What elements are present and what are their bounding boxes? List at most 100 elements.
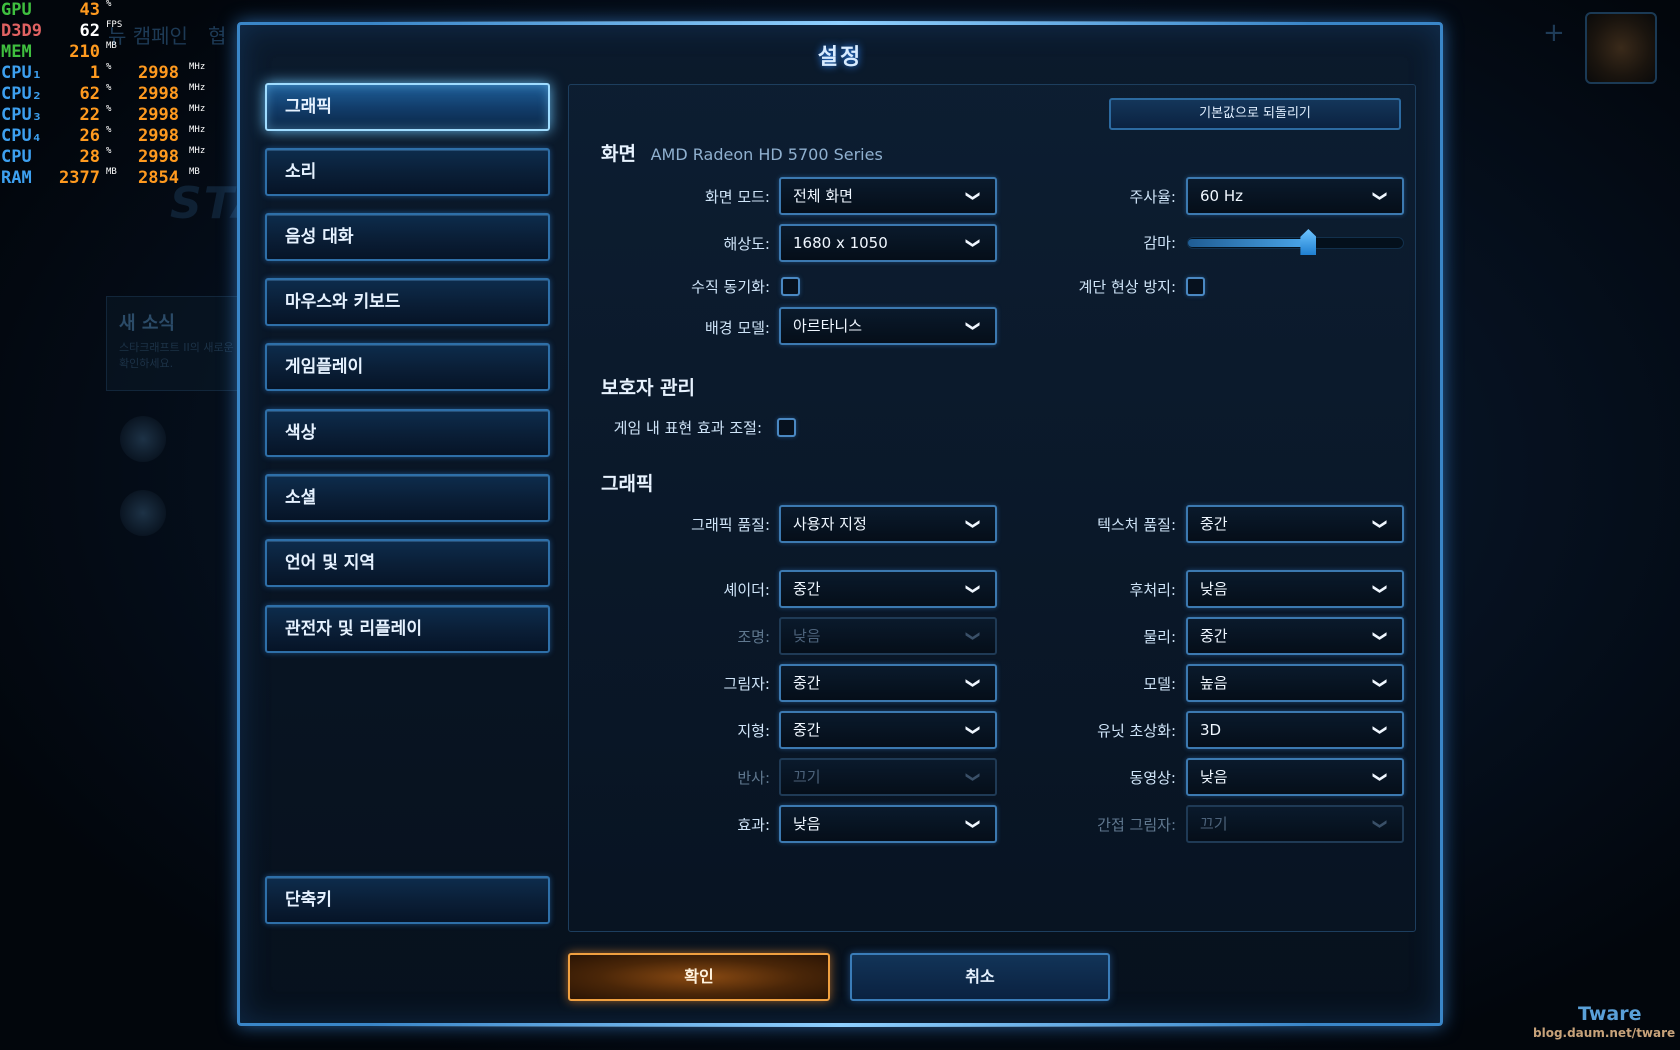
screen: 뉴 캠페인 협 STAR 새 소식 스타크래프트 II의 새로운 소식을 확인하… (0, 0, 1680, 1050)
section-graphics: 그래픽 (601, 473, 654, 495)
graphics-right-label: 물리: (1143, 628, 1176, 646)
display-mode-label: 화면 모드: (704, 188, 770, 206)
sidebar-item-9[interactable]: 관전자 및 리플레이 (265, 605, 550, 653)
graphics-right-dropdown[interactable]: 낮음 ❯ (1186, 758, 1404, 796)
graphics-left-label: 그래픽 품질: (691, 516, 770, 534)
chevron-down-icon: ❯ (1372, 818, 1389, 830)
section-display-title: 화면 (601, 143, 636, 165)
graphics-right-label: 간접 그림자: (1097, 816, 1176, 834)
osd-unit: % (106, 125, 112, 135)
osd-value: 43 (79, 0, 100, 20)
bg-unit-icon (120, 490, 166, 536)
osd-label: CPU₄ (1, 126, 42, 146)
graphics-left-label: 효과: (737, 816, 770, 834)
gamma-label: 감마: (1143, 234, 1176, 252)
osd-unit: FPS (106, 20, 123, 30)
osd-label: CPU₃ (1, 105, 42, 125)
osd-label: RAM (1, 168, 32, 188)
graphics-left-dropdown[interactable]: 중간 ❯ (779, 711, 997, 749)
dropdown-value: 중간 (793, 721, 821, 739)
chevron-down-icon: ❯ (1372, 630, 1389, 642)
chevron-down-icon: ❯ (1372, 190, 1389, 202)
display-mode-value: 전체 화면 (793, 187, 853, 205)
osd-value: 62 (79, 84, 100, 104)
dropdown-value: 중간 (793, 580, 821, 598)
osd-freq: 2998 (138, 84, 179, 104)
bg-model-value: 아르타니스 (793, 317, 863, 335)
sidebar-item-6[interactable]: 색상 (265, 409, 550, 457)
reset-defaults-button[interactable]: 기본값으로 되돌리기 (1109, 98, 1401, 130)
osd-freq: 2854 (138, 168, 179, 188)
graphics-left-label: 반사: (737, 769, 770, 787)
graphics-right-dropdown[interactable]: 3D ❯ (1186, 711, 1404, 749)
chevron-down-icon: ❯ (1372, 518, 1389, 530)
graphics-right-dropdown[interactable]: 중간 ❯ (1186, 505, 1404, 543)
ok-button[interactable]: 확인 (568, 953, 830, 1001)
bg-model-dropdown[interactable]: 아르타니스 ❯ (779, 307, 997, 345)
osd-unit: % (106, 0, 112, 9)
osd-value: 62 (79, 21, 100, 41)
dropdown-value: 낮음 (793, 815, 821, 833)
gamma-slider[interactable] (1187, 229, 1404, 255)
player-portrait (1585, 12, 1657, 84)
graphics-right-dropdown: 끄기 ❯ (1186, 805, 1404, 843)
gamma-slider-fill (1188, 239, 1309, 247)
watermark-name: Tware (1578, 1003, 1642, 1025)
osd-value: 26 (79, 126, 100, 146)
osd-value: 2377 (59, 168, 100, 188)
parental-effects-checkbox[interactable] (777, 418, 796, 437)
osd-freq: 2998 (138, 63, 179, 83)
osd-unit: MB (106, 41, 117, 51)
sidebar-item-4[interactable]: 마우스와 키보드 (265, 278, 550, 326)
sidebar-item-5[interactable]: 게임플레이 (265, 343, 550, 391)
bg-menu-coop: 협 (208, 24, 227, 48)
osd-value: 1 (89, 63, 100, 83)
vsync-checkbox[interactable] (781, 277, 800, 296)
graphics-right-label: 후처리: (1129, 581, 1176, 599)
graphics-right-dropdown[interactable]: 낮음 ❯ (1186, 570, 1404, 608)
bg-model-label: 배경 모델: (704, 319, 770, 337)
antialias-label: 계단 현상 방지: (1078, 278, 1176, 296)
sidebar-item-2[interactable]: 소리 (265, 148, 550, 196)
osd-freq: 2998 (138, 126, 179, 146)
chevron-down-icon: ❯ (965, 320, 982, 332)
bg-unit-icon (120, 416, 166, 462)
osd-label: D3D9 (1, 21, 42, 41)
osd-unit: % (106, 62, 112, 72)
graphics-left-dropdown[interactable]: 낮음 ❯ (779, 805, 997, 843)
graphics-left-dropdown[interactable]: 사용자 지정 ❯ (779, 505, 997, 543)
gpu-name: AMD Radeon HD 5700 Series (650, 145, 883, 164)
graphics-left-dropdown[interactable]: 중간 ❯ (779, 664, 997, 702)
osd-freq-unit: MHz (189, 83, 206, 93)
sidebar-item-hotkeys[interactable]: 단축키 (265, 876, 550, 924)
display-mode-dropdown[interactable]: 전체 화면 ❯ (779, 177, 997, 215)
resolution-value: 1680 x 1050 (793, 234, 888, 252)
sidebar-item-3[interactable]: 음성 대화 (265, 213, 550, 261)
sidebar-item-7[interactable]: 소셜 (265, 474, 550, 522)
dialog-title: 설정 (817, 45, 863, 70)
antialias-checkbox[interactable] (1186, 277, 1205, 296)
graphics-right-dropdown[interactable]: 높음 ❯ (1186, 664, 1404, 702)
osd-label: CPU₁ (1, 63, 42, 83)
graphics-right-label: 유닛 초상화: (1097, 722, 1176, 740)
cancel-button[interactable]: 취소 (850, 953, 1110, 1001)
osd-freq-unit: MHz (189, 125, 206, 135)
graphics-left-label: 조명: (737, 628, 770, 646)
dropdown-value: 중간 (793, 674, 821, 692)
graphics-left-dropdown[interactable]: 중간 ❯ (779, 570, 997, 608)
osd-label: CPU (1, 147, 32, 167)
sidebar-item-1[interactable]: 그래픽 (265, 83, 550, 131)
osd-label: CPU₂ (1, 84, 42, 104)
graphics-right-dropdown[interactable]: 중간 ❯ (1186, 617, 1404, 655)
osd-unit: % (106, 104, 112, 114)
sidebar-item-8[interactable]: 언어 및 지역 (265, 539, 550, 587)
graphics-left-dropdown: 낮음 ❯ (779, 617, 997, 655)
section-parental: 보호자 관리 (601, 377, 696, 399)
dropdown-value: 낮음 (1200, 768, 1228, 786)
graphics-left-label: 셰이더: (723, 581, 770, 599)
graphics-right-label: 모델: (1143, 675, 1176, 693)
refresh-rate-dropdown[interactable]: 60 Hz ❯ (1186, 177, 1404, 215)
chevron-down-icon: ❯ (1372, 677, 1389, 689)
resolution-dropdown[interactable]: 1680 x 1050 ❯ (779, 224, 997, 262)
osd-label: GPU (1, 0, 32, 20)
